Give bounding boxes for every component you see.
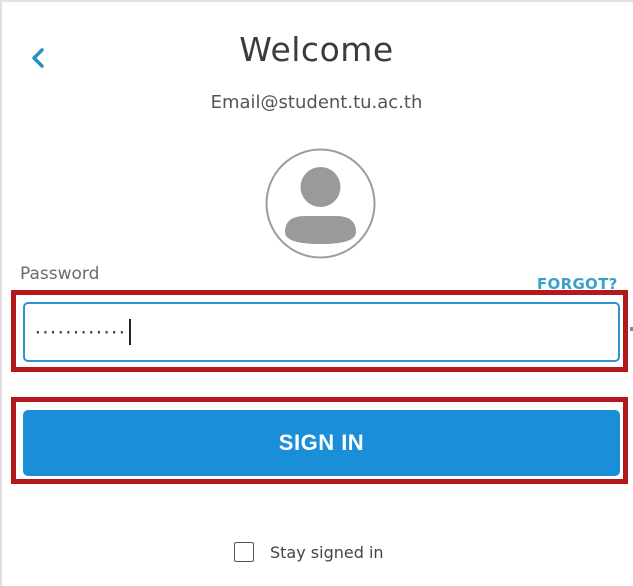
sign-in-panel: Welcome Email@student.tu.ac.th Password …: [0, 0, 633, 586]
page-title: Welcome: [239, 30, 394, 69]
stay-signed-in-label: Stay signed in: [270, 542, 384, 562]
stay-signed-in-option[interactable]: Stay signed in: [234, 542, 384, 562]
panel-left-border: [0, 0, 2, 586]
password-masked-value: ············: [33, 322, 127, 342]
password-field[interactable]: ············: [23, 302, 620, 362]
user-avatar-icon: [265, 148, 376, 259]
account-email: Email@student.tu.ac.th: [210, 92, 423, 113]
text-caret: [128, 319, 131, 345]
password-label: Password: [20, 264, 100, 284]
sign-in-button[interactable]: SIGN IN: [23, 410, 620, 476]
panel-top-border: [0, 0, 633, 2]
stay-signed-in-checkbox[interactable]: [234, 542, 254, 562]
